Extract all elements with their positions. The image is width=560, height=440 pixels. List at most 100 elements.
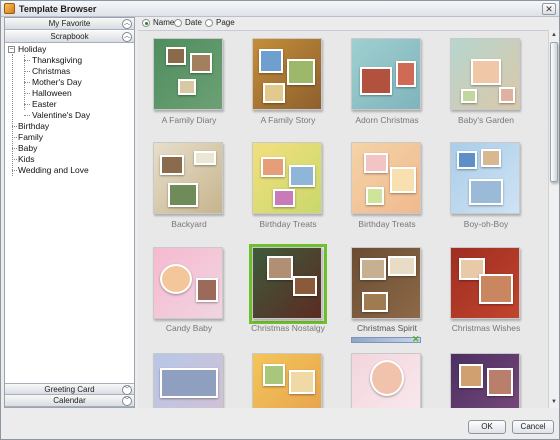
template-card[interactable] [252, 353, 324, 408]
tree-connector [24, 115, 30, 116]
title-bar[interactable]: Template Browser ✕ [1, 1, 559, 17]
tree-item-thanksgiving[interactable]: Thanksgiving [32, 55, 82, 66]
template-card[interactable] [252, 38, 324, 112]
tree-item-valentines-day[interactable]: Valentine's Day [32, 110, 90, 121]
photo-frame [471, 59, 501, 85]
template-thumbnail [351, 247, 421, 319]
accordion-scrapbook[interactable]: Scrapbook ︿ [5, 31, 134, 43]
tree-connector [12, 126, 17, 127]
template-thumbnail [153, 247, 223, 319]
template-card[interactable] [153, 353, 225, 408]
template-card[interactable] [351, 353, 423, 408]
photo-frame [289, 165, 315, 187]
template-card[interactable] [252, 142, 324, 216]
photo-frame [168, 183, 198, 207]
template-card[interactable] [450, 247, 522, 321]
chevron-up-icon: ︿ [122, 32, 132, 42]
accordion-greeting-card[interactable]: Greeting Card ﹀ [5, 383, 134, 395]
template-card[interactable] [153, 247, 225, 321]
radio-label: Name [153, 18, 175, 27]
radio-label: Date [185, 18, 202, 27]
photo-frame [362, 292, 388, 312]
tree-item-holiday[interactable]: Holiday [18, 44, 46, 55]
scroll-up-arrow-icon[interactable]: ▲ [550, 31, 558, 39]
accordion-label: Scrapbook [50, 32, 89, 41]
tree-item-christmas[interactable]: Christmas [32, 66, 70, 77]
category-tree: − Holiday Thanksgiving Christmas Mother'… [5, 44, 134, 384]
tree-item-birthday[interactable]: Birthday [18, 121, 49, 132]
tree-item-wedding-and-love[interactable]: Wedding and Love [18, 165, 89, 176]
photo-frame [390, 167, 416, 193]
sort-by-date-radio[interactable]: Date [174, 18, 206, 28]
photo-frame [293, 276, 317, 296]
template-thumbnail [450, 247, 520, 319]
template-label: Backyard [171, 219, 207, 229]
photo-frame [360, 258, 386, 280]
template-thumbnail [153, 353, 223, 408]
template-label: Adorn Christmas [355, 115, 419, 125]
photo-frame [461, 89, 477, 103]
tree-item-mothers-day[interactable]: Mother's Day [32, 77, 82, 88]
tree-connector [12, 54, 13, 176]
template-card-selected[interactable] [249, 244, 327, 324]
template-thumbnail [351, 142, 421, 214]
item-progress-bar [351, 337, 421, 343]
tree-item-kids[interactable]: Kids [18, 154, 35, 165]
sort-by-page-radio[interactable]: Page [205, 18, 237, 28]
sort-by-name-radio[interactable]: Name [142, 18, 176, 28]
template-card[interactable] [153, 38, 225, 112]
cancel-button[interactable]: Cancel [512, 420, 554, 434]
template-browser-window: Template Browser ✕ My Favorite ︿ Scrapbo… [0, 0, 560, 440]
ok-button[interactable]: OK [468, 420, 506, 434]
template-label: A Family Diary [161, 115, 217, 125]
scroll-down-arrow-icon[interactable]: ▼ [550, 398, 558, 406]
photo-frame [160, 155, 184, 175]
photo-frame [457, 151, 477, 169]
template-card[interactable] [351, 38, 423, 112]
chevron-up-icon: ︿ [122, 19, 132, 29]
radio-dot [205, 19, 213, 27]
chevron-down-icon: ﹀ [122, 385, 132, 395]
template-card[interactable] [450, 142, 522, 216]
collapse-icon[interactable]: − [8, 46, 15, 53]
template-thumbnail [252, 142, 322, 214]
accordion-calendar[interactable]: Calendar ﹀ [5, 395, 134, 407]
category-panel: My Favorite ︿ Scrapbook ︿ − Holiday Than… [4, 17, 135, 408]
dialog-footer: OK Cancel [1, 408, 559, 439]
template-card[interactable] [351, 247, 423, 321]
close-button[interactable]: ✕ [542, 3, 556, 15]
tree-connector [12, 159, 17, 160]
template-label: A Family Story [260, 115, 316, 125]
photo-frame [196, 278, 218, 302]
photo-frame [469, 179, 503, 205]
photo-frame [479, 274, 513, 304]
photo-frame [289, 370, 315, 394]
template-card[interactable] [351, 142, 423, 216]
template-card[interactable] [153, 142, 225, 216]
scroll-thumb[interactable] [550, 42, 558, 182]
accordion-label: Calendar [53, 396, 86, 405]
tree-item-family[interactable]: Family [18, 132, 43, 143]
chevron-down-icon: ﹀ [122, 396, 132, 406]
template-card[interactable] [450, 353, 522, 408]
template-thumbnail [351, 38, 421, 110]
app-icon [4, 3, 15, 14]
template-card[interactable] [450, 38, 522, 112]
accordion-label: Greeting Card [44, 385, 95, 394]
template-thumbnail [153, 38, 223, 110]
tree-connector [12, 170, 17, 171]
tree-item-easter[interactable]: Easter [32, 99, 57, 110]
photo-frame [263, 364, 285, 386]
vertical-scrollbar[interactable]: ▲ ▼ [548, 30, 559, 408]
template-label: Baby's Garden [458, 115, 514, 125]
tree-item-baby[interactable]: Baby [18, 143, 37, 154]
accordion-my-favorite[interactable]: My Favorite ︿ [5, 18, 134, 30]
tree-connector [12, 137, 17, 138]
photo-frame [166, 47, 186, 65]
photo-frame [364, 153, 388, 173]
photo-frame [287, 59, 315, 85]
tree-item-halloween[interactable]: Halloween [32, 88, 72, 99]
template-label: Birthday Treats [259, 219, 317, 229]
photo-frame [267, 256, 293, 280]
close-icon[interactable]: ✕ [412, 334, 420, 345]
